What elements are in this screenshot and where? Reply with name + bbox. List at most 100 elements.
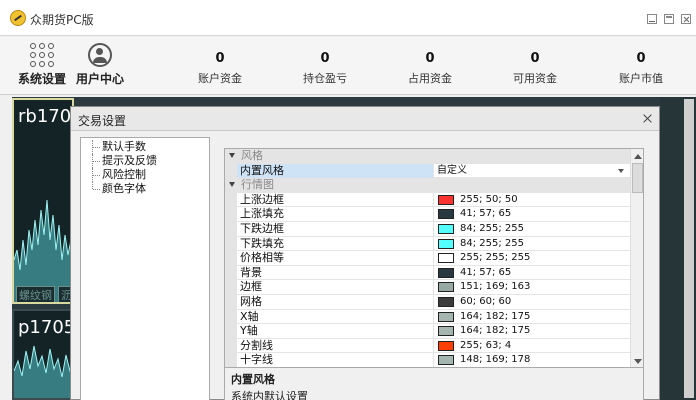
color-value[interactable]: 255; 63; 4 [460, 339, 511, 353]
row-gutter [225, 338, 237, 354]
scroll-down-icon[interactable] [634, 359, 642, 364]
tree-item-risk-control[interactable]: 风险控制 [81, 168, 209, 182]
property-name: 上涨边框 [240, 192, 284, 206]
category-style[interactable]: 风格 [225, 149, 630, 164]
stat-label: 账户市值 [619, 72, 663, 85]
color-value[interactable]: 255; 255; 255 [460, 251, 530, 265]
color-value[interactable]: 164; 182; 175 [460, 310, 530, 324]
category-market-chart[interactable]: 行情图 [225, 178, 630, 193]
chart-panel-2[interactable]: p1705 [12, 309, 74, 400]
row-gutter [225, 280, 237, 296]
user-center-button[interactable]: 用户中心 [70, 43, 130, 87]
color-swatch[interactable] [438, 253, 454, 264]
chevron-down-icon[interactable] [618, 168, 624, 173]
color-swatch[interactable] [438, 326, 454, 337]
chart-tag-1[interactable]: 螺纹钢 [16, 286, 55, 302]
property-name: 内置风格 [237, 163, 433, 178]
collapse-icon[interactable] [229, 153, 235, 158]
system-settings-button[interactable]: 系统设置 [12, 43, 72, 87]
title-bar: 众期货PC版 [0, 0, 696, 36]
style-select[interactable]: 自定义 [437, 164, 467, 178]
color-value[interactable]: 255; 50; 50 [460, 193, 518, 207]
property-row-color[interactable]: 下跌填充 84; 255; 255 [225, 236, 630, 252]
row-gutter [225, 294, 237, 310]
row-gutter [225, 207, 237, 223]
color-value[interactable]: 41; 57; 65 [460, 207, 511, 221]
close-window-icon[interactable] [681, 14, 691, 24]
color-swatch[interactable] [438, 355, 454, 366]
color-value[interactable]: 164; 182; 175 [460, 324, 530, 338]
row-gutter [225, 221, 237, 237]
property-row-color[interactable]: 下跌边框 84; 255; 255 [225, 221, 630, 237]
property-row-color[interactable]: Y轴 164; 182; 175 [225, 324, 630, 340]
color-swatch[interactable] [438, 194, 454, 205]
stat-available-funds: 0 可用资金 [490, 51, 580, 86]
column-divider [433, 338, 434, 354]
symbol-label-2: p1705 [18, 317, 74, 338]
color-swatch[interactable] [438, 238, 454, 249]
app-logo-icon [10, 10, 26, 26]
close-icon[interactable] [642, 113, 653, 124]
trade-settings-dialog: 交易设置 默认手数 提示及反馈 风险控制 颜色字体 风格 内置风格 自定义 行情… [70, 106, 660, 400]
stat-position-pnl: 0 持仓盈亏 [280, 51, 370, 86]
property-row-color[interactable]: 背景 41; 57; 65 [225, 265, 630, 281]
color-value[interactable]: 151; 169; 163 [460, 280, 530, 294]
right-scrollbar[interactable] [684, 99, 694, 398]
toolbar: 系统设置 用户中心 0 账户资金 0 持仓盈亏 0 占用资金 0 可用资金 0 … [0, 37, 696, 95]
tree-item-prompts-feedback[interactable]: 提示及反馈 [81, 154, 209, 168]
stat-account-funds: 0 账户资金 [175, 51, 265, 86]
color-swatch[interactable] [438, 209, 454, 220]
property-name: 价格相等 [240, 251, 284, 265]
property-rows: 风格 内置风格 自定义 行情图 上涨边框 255; 50; 50 上涨填充 41; 5… [225, 149, 630, 369]
property-name: 边框 [240, 280, 262, 294]
stat-label: 可用资金 [513, 72, 557, 85]
collapse-icon[interactable] [229, 182, 235, 188]
color-value[interactable]: 41; 57; 65 [460, 266, 511, 280]
maximize-icon[interactable] [664, 14, 674, 24]
property-name: 下跌边框 [240, 221, 284, 235]
property-row-color[interactable]: 十字线 148; 169; 178 [225, 353, 630, 369]
minimize-icon[interactable] [647, 14, 657, 24]
tree-item-color-font[interactable]: 颜色字体 [81, 182, 209, 196]
property-row-color[interactable]: X轴 164; 182; 175 [225, 309, 630, 325]
stat-label: 账户资金 [198, 72, 242, 85]
row-gutter [225, 265, 237, 281]
color-swatch[interactable] [438, 296, 454, 307]
chart-panel-1[interactable]: rb170 螺纹钢 沥 [12, 98, 74, 304]
color-swatch[interactable] [438, 282, 454, 293]
tree-item-default-lots[interactable]: 默认手数 [81, 140, 209, 154]
color-swatch[interactable] [438, 311, 454, 322]
color-swatch[interactable] [438, 223, 454, 234]
category-label: 风格 [241, 149, 263, 162]
color-value[interactable]: 84; 255; 255 [460, 237, 524, 251]
column-divider [433, 163, 434, 179]
color-swatch[interactable] [438, 340, 454, 351]
color-value[interactable]: 148; 169; 178 [460, 353, 530, 367]
property-name: Y轴 [240, 324, 258, 338]
column-divider [433, 324, 434, 340]
property-row-color[interactable]: 价格相等 255; 255; 255 [225, 251, 630, 267]
property-row-color[interactable]: 边框 151; 169; 163 [225, 280, 630, 296]
row-gutter [225, 163, 237, 179]
color-swatch[interactable] [438, 267, 454, 278]
description-text: 系统内默认设置 [231, 390, 308, 400]
property-scrollbar[interactable] [630, 149, 643, 369]
property-row-color[interactable]: 分割线 255; 63; 4 [225, 338, 630, 354]
stat-account-market-value: 0 账户市值 [596, 51, 686, 86]
color-value[interactable]: 84; 255; 255 [460, 222, 524, 236]
property-row-color[interactable]: 上涨边框 255; 50; 50 [225, 192, 630, 208]
row-gutter [225, 251, 237, 267]
description-panel: 内置风格 系统内默认设置 [224, 367, 644, 400]
row-gutter [225, 324, 237, 340]
property-row-builtin-style[interactable]: 内置风格 自定义 [225, 163, 630, 179]
price-chart-1 [14, 199, 72, 302]
color-value[interactable]: 60; 60; 60 [460, 295, 511, 309]
property-name: 下跌填充 [240, 236, 284, 250]
property-row-color[interactable]: 上涨填充 41; 57; 65 [225, 207, 630, 223]
description-title: 内置风格 [231, 373, 275, 386]
scroll-up-icon[interactable] [634, 154, 642, 159]
scroll-thumb[interactable] [632, 163, 643, 193]
column-divider [433, 280, 434, 296]
property-row-color[interactable]: 网格 60; 60; 60 [225, 294, 630, 310]
column-divider [433, 236, 434, 252]
